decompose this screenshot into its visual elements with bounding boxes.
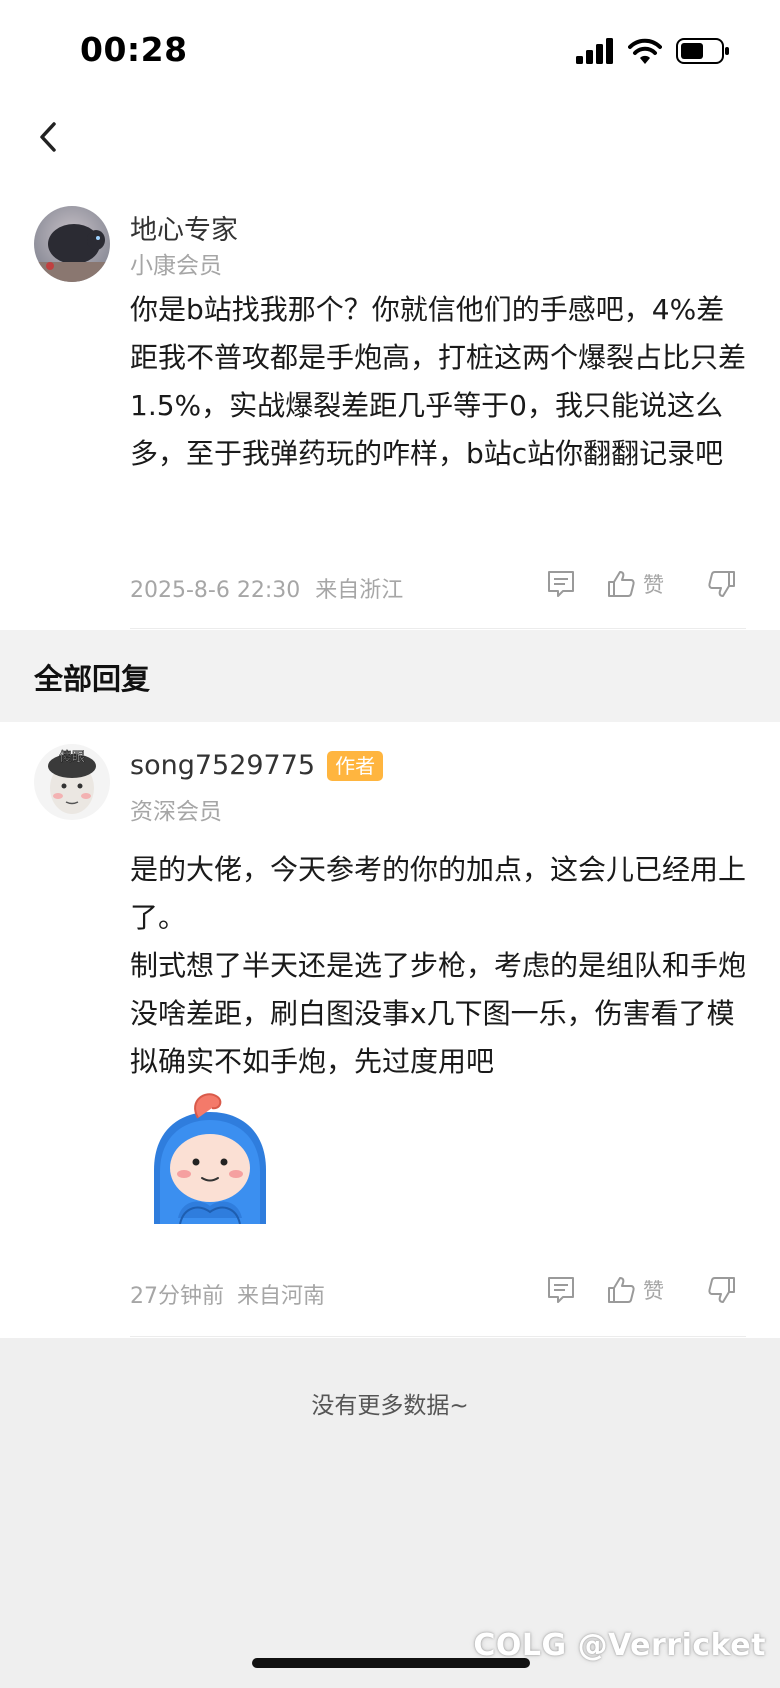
status-bar: 00:28 — [0, 0, 780, 100]
main-post: 地心专家 小康会员 你是b站找我那个？你就信他们的手感吧，4%差距我不普攻都是手… — [0, 190, 780, 630]
post-meta: 2025-8-6 22:30 来自浙江 — [130, 572, 403, 604]
section-header: 全部回复 — [0, 630, 780, 722]
list-footer: 没有更多数据~ COLG @Verricket — [0, 1338, 780, 1688]
reply-avatar[interactable]: 傻眼 — [34, 744, 110, 820]
back-button[interactable] — [28, 112, 68, 162]
sticker-image — [140, 1090, 280, 1225]
reply-member-level: 资深会员 — [130, 799, 222, 825]
post-location: 来自浙江 — [315, 578, 404, 603]
reply-dislike-button[interactable] — [706, 1274, 738, 1306]
thumbs-down-icon — [708, 571, 735, 597]
thumbs-up-icon — [608, 571, 635, 597]
avatar-caption: 傻眼 — [59, 750, 85, 765]
post-text: 你是b站找我那个？你就信他们的手感吧，4%差距我不普攻都是手炮高，打桩这两个爆裂… — [130, 293, 747, 470]
reply-like-button[interactable]: 赞 — [605, 1274, 664, 1306]
comment-icon — [548, 1277, 574, 1303]
reply-text: 是的大佬，今天参考的你的加点，这会儿已经用上了。 制式想了半天还是选了步枪，考虑… — [130, 853, 747, 1078]
comment-button[interactable] — [545, 568, 577, 600]
dislike-button[interactable] — [706, 568, 738, 600]
like-label: 赞 — [643, 573, 664, 597]
cellular-signal-icon — [576, 38, 613, 64]
wifi-icon — [628, 38, 662, 64]
reply-author[interactable]: song7529775 — [130, 750, 315, 781]
home-indicator[interactable] — [252, 1658, 530, 1668]
chevron-left-icon — [40, 122, 56, 152]
divider — [130, 1336, 746, 1337]
divider — [130, 628, 746, 629]
reply-item: 傻眼 song7529775 作者 资深会员 是的大佬，今天参考的你的加点，这会… — [0, 722, 780, 1338]
reply-location: 来自河南 — [237, 1284, 326, 1309]
reply-like-label: 赞 — [643, 1279, 664, 1303]
author-badge: 作者 — [327, 750, 384, 781]
status-time: 00:28 — [80, 30, 188, 69]
member-level: 小康会员 — [130, 253, 222, 279]
reply-actions: 赞 — [545, 1274, 738, 1306]
reply-comment-button[interactable] — [545, 1274, 577, 1306]
battery-icon — [676, 38, 729, 64]
reply-timestamp: 27分钟前 — [130, 1284, 224, 1309]
no-more-data-text: 没有更多数据~ — [311, 1393, 469, 1419]
thumbs-down-icon — [708, 1277, 735, 1303]
avatar[interactable] — [34, 206, 110, 282]
status-icons — [576, 36, 730, 66]
reply-author-line: song7529775 作者 — [130, 750, 384, 781]
like-button[interactable]: 赞 — [605, 568, 664, 600]
section-title: 全部回复 — [34, 662, 151, 696]
thumbs-up-icon — [608, 1277, 635, 1303]
post-timestamp: 2025-8-6 22:30 — [130, 578, 301, 603]
post-actions: 赞 — [545, 568, 738, 600]
comment-icon — [548, 571, 574, 597]
reply-content: 是的大佬，今天参考的你的加点，这会儿已经用上了。 制式想了半天还是选了步枪，考虑… — [130, 846, 750, 1086]
post-content: 你是b站找我那个？你就信他们的手感吧，4%差距我不普攻都是手炮高，打桩这两个爆裂… — [130, 286, 750, 478]
post-author[interactable]: 地心专家 — [130, 208, 238, 247]
reply-meta: 27分钟前 来自河南 — [130, 1278, 325, 1310]
